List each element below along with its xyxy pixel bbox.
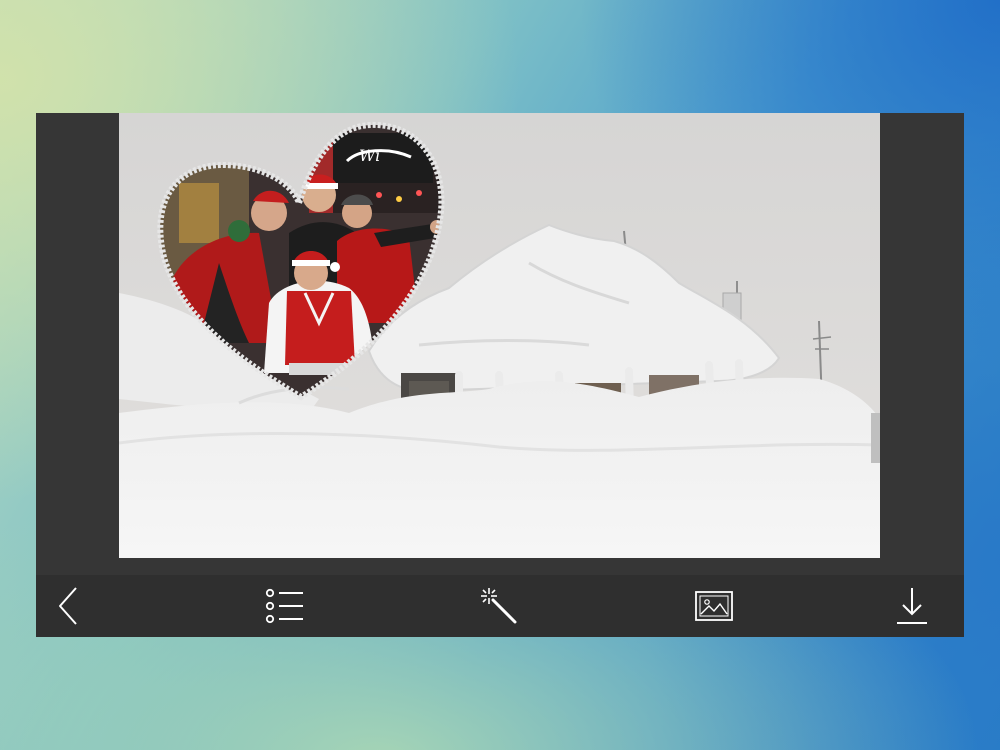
magic-wand-icon bbox=[481, 588, 517, 624]
list-icon bbox=[265, 588, 303, 624]
chevron-left-icon bbox=[59, 587, 77, 625]
bottom-toolbar: Back Frames Effects bbox=[36, 575, 964, 637]
frame-preview: Wi bbox=[119, 113, 880, 558]
photo-canvas[interactable]: Wi bbox=[119, 113, 880, 558]
back-button[interactable]: Back bbox=[38, 575, 98, 637]
image-icon bbox=[695, 591, 733, 621]
download-icon bbox=[897, 588, 927, 624]
frames-list-button[interactable]: Frames bbox=[255, 575, 315, 637]
sign-text: Wi bbox=[359, 146, 380, 165]
effects-button[interactable]: Effects bbox=[469, 575, 529, 637]
save-button[interactable]: Save bbox=[882, 575, 942, 637]
editor-panel: Wi bbox=[36, 113, 964, 575]
gallery-button[interactable]: Gallery bbox=[684, 575, 744, 637]
